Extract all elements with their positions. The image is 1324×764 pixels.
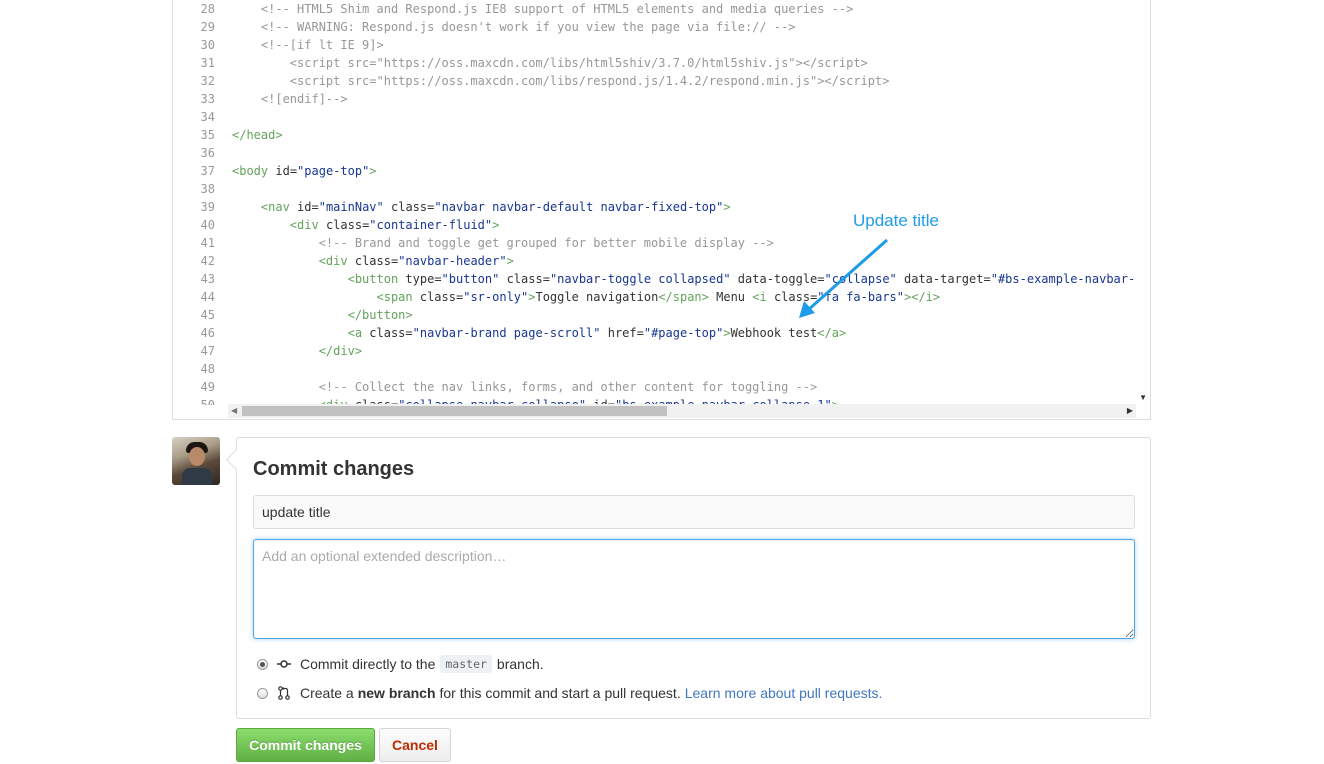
new-branch-suffix: for this commit and start a pull request… bbox=[439, 685, 681, 701]
line-number: 43 bbox=[200, 272, 215, 286]
horizontal-scrollbar-thumb[interactable] bbox=[242, 406, 667, 416]
commit-description-textarea[interactable] bbox=[253, 539, 1135, 639]
line-number: 42 bbox=[200, 254, 215, 268]
new-branch-radio[interactable] bbox=[257, 687, 268, 699]
line-number: 31 bbox=[200, 56, 215, 70]
horizontal-scrollbar[interactable]: ◀ ▶ bbox=[228, 404, 1136, 418]
line-number: 30 bbox=[200, 38, 215, 52]
vertical-scrollbar[interactable]: ▼ bbox=[1136, 0, 1150, 405]
line-code[interactable]: <div class="container-fluid"> bbox=[232, 216, 500, 234]
git-pull-request-icon bbox=[277, 686, 291, 700]
line-number: 50 bbox=[200, 398, 215, 405]
commit-form-title: Commit changes bbox=[253, 458, 415, 480]
new-branch-bold: new branch bbox=[357, 685, 436, 701]
line-code[interactable]: <script src="https://oss.maxcdn.com/libs… bbox=[232, 54, 868, 72]
option-commit-direct[interactable]: Commit directly to the master branch. bbox=[257, 654, 544, 674]
line-code[interactable]: <!-- HTML5 Shim and Respond.js IE8 suppo… bbox=[232, 0, 853, 18]
line-number: 28 bbox=[200, 2, 215, 16]
line-number: 44 bbox=[200, 290, 215, 304]
code-editor[interactable]: 28 <!-- HTML5 Shim and Respond.js IE8 su… bbox=[172, 0, 1151, 420]
line-code[interactable]: </div> bbox=[232, 342, 362, 360]
line-number: 39 bbox=[200, 200, 215, 214]
line-number: 45 bbox=[200, 308, 215, 322]
line-number: 48 bbox=[200, 362, 215, 376]
line-number: 36 bbox=[200, 146, 215, 160]
commit-direct-radio[interactable] bbox=[257, 658, 268, 670]
line-number: 46 bbox=[200, 326, 215, 340]
line-number: 35 bbox=[200, 128, 215, 142]
scroll-down-arrow-icon[interactable]: ▼ bbox=[1139, 394, 1147, 402]
git-commit-icon bbox=[277, 657, 291, 671]
line-number: 32 bbox=[200, 74, 215, 88]
line-number: 40 bbox=[200, 218, 215, 232]
annotation-label: Update title bbox=[853, 211, 939, 230]
commit-summary-input[interactable] bbox=[253, 495, 1135, 529]
scroll-right-arrow-icon[interactable]: ▶ bbox=[1127, 406, 1133, 416]
cancel-button[interactable]: Cancel bbox=[379, 728, 451, 762]
commit-direct-suffix: branch. bbox=[496, 656, 544, 672]
option-new-branch[interactable]: Create a new branch for this commit and … bbox=[257, 683, 882, 703]
line-code[interactable]: <!-- Collect the nav links, forms, and o… bbox=[232, 378, 818, 396]
line-code[interactable]: <!--[if lt IE 9]> bbox=[232, 36, 384, 54]
line-code[interactable]: </head> bbox=[232, 126, 283, 144]
commit-form: Commit changes Commit directly to the ma… bbox=[225, 437, 1151, 719]
line-code[interactable]: </button> bbox=[232, 306, 413, 324]
line-number: 47 bbox=[200, 344, 215, 358]
line-code[interactable]: <nav id="mainNav" class="navbar navbar-d… bbox=[232, 198, 731, 216]
branch-name: master bbox=[440, 655, 492, 673]
line-number: 41 bbox=[200, 236, 215, 250]
line-code[interactable]: <span class="sr-only">Toggle navigation<… bbox=[232, 288, 941, 306]
new-branch-prefix: Create a bbox=[300, 685, 354, 701]
line-code[interactable]: <body id="page-top"> bbox=[232, 162, 377, 180]
line-code[interactable]: <![endif]--> bbox=[232, 90, 348, 108]
line-number: 29 bbox=[200, 20, 215, 34]
line-code[interactable]: <div class="navbar-header"> bbox=[232, 252, 514, 270]
line-code[interactable]: <!-- Brand and toggle get grouped for be… bbox=[232, 234, 774, 252]
commit-changes-button[interactable]: Commit changes bbox=[236, 728, 375, 762]
line-number: 49 bbox=[200, 380, 215, 394]
line-number: 34 bbox=[200, 110, 215, 124]
learn-more-pull-requests-link[interactable]: Learn more about pull requests. bbox=[685, 685, 883, 701]
line-code[interactable]: <!-- WARNING: Respond.js doesn't work if… bbox=[232, 18, 796, 36]
line-number: 38 bbox=[200, 182, 215, 196]
line-code[interactable]: <a class="navbar-brand page-scroll" href… bbox=[232, 324, 847, 342]
avatar bbox=[172, 437, 220, 485]
line-code[interactable]: <script src="https://oss.maxcdn.com/libs… bbox=[232, 72, 890, 90]
scroll-left-arrow-icon[interactable]: ◀ bbox=[231, 406, 237, 416]
line-number: 33 bbox=[200, 92, 215, 106]
line-code[interactable]: <button type="button" class="navbar-togg… bbox=[232, 270, 1136, 288]
commit-direct-prefix: Commit directly to the bbox=[300, 656, 436, 672]
line-number: 37 bbox=[200, 164, 215, 178]
code-lines[interactable]: 28 <!-- HTML5 Shim and Respond.js IE8 su… bbox=[173, 0, 1136, 405]
